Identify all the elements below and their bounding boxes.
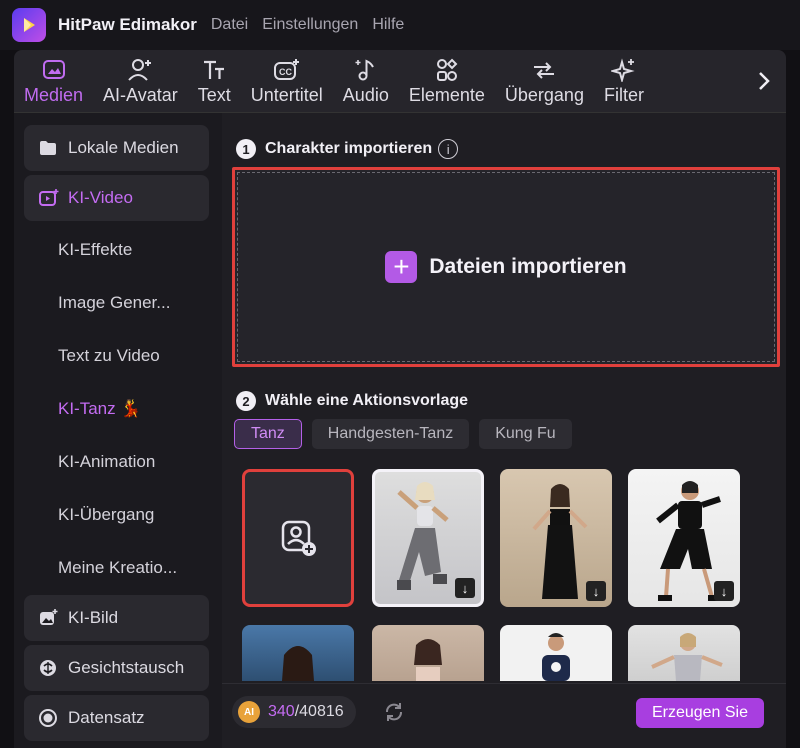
sidebar-sub-ki-tanz[interactable]: KI-Tanz 💃 [58, 399, 142, 419]
tab-tanz[interactable]: Tanz [234, 419, 302, 449]
info-icon[interactable]: i [438, 139, 459, 159]
step1-heading: 1 Charakter importieren i [236, 139, 459, 159]
sidebar: Lokale Medien KI-Video KI-Effekte Image … [14, 112, 222, 748]
import-files-button[interactable]: + Dateien importieren [385, 251, 627, 283]
download-icon[interactable]: ↓ [714, 581, 734, 601]
generate-button[interactable]: Erzeugen Sie [635, 698, 764, 728]
transition-icon [530, 57, 558, 83]
svg-text:CC: CC [279, 67, 292, 77]
template-dance-3[interactable]: ↓ [628, 469, 740, 607]
template-dance-2[interactable]: ↓ [500, 469, 612, 607]
ai-image-icon [38, 608, 60, 628]
sidebar-sub-text-zu-video[interactable]: Text zu Video [58, 346, 160, 366]
sidebar-sub-ki-uebergang[interactable]: KI-Übergang [58, 505, 154, 525]
sidebar-item-gesichtstausch[interactable]: Gesichtstausch [24, 645, 209, 691]
step1-title: Charakter importieren [265, 140, 433, 157]
credits-total: /40816 [294, 703, 344, 720]
download-icon[interactable]: ↓ [586, 581, 606, 601]
media-icon [42, 57, 66, 83]
plus-icon: + [385, 251, 418, 283]
dancer-image [651, 633, 723, 681]
app-logo-icon [12, 8, 46, 42]
step2-number: 2 [236, 391, 256, 411]
menu-hilfe[interactable]: Hilfe [372, 16, 404, 34]
template-dance-6[interactable] [500, 625, 612, 681]
tool-medien[interactable]: Medien [14, 50, 93, 112]
text-icon [201, 57, 227, 83]
add-user-icon [281, 520, 316, 556]
footer-bar: AI 340 /40816 Erzeugen Sie [222, 683, 786, 748]
dancer-image [542, 633, 570, 681]
main-toolbar: Medien AI-Avatar Text CC Untertitel Audi… [14, 50, 786, 112]
tool-audio[interactable]: Audio [333, 50, 399, 112]
tool-text[interactable]: Text [188, 50, 241, 112]
download-icon[interactable]: ↓ [455, 578, 475, 598]
title-bar: HitPaw Edimakor Datei Einstellungen Hilf… [0, 0, 800, 50]
sidebar-item-ki-video[interactable]: KI-Video [24, 175, 209, 221]
credits-used: 340 [268, 703, 295, 720]
template-dance-7[interactable] [628, 625, 740, 681]
sidebar-item-lokale-medien[interactable]: Lokale Medien [24, 125, 209, 171]
dancer-image [282, 646, 314, 681]
filter-icon [610, 57, 637, 83]
coin-icon: AI [238, 701, 260, 723]
dataset-icon [38, 708, 60, 728]
menu-datei[interactable]: Datei [211, 16, 248, 34]
tool-ai-avatar[interactable]: AI-Avatar [93, 50, 188, 112]
import-files-label: Dateien importieren [429, 255, 627, 278]
template-dance-4[interactable] [242, 625, 354, 681]
tool-uebergang[interactable]: Übergang [495, 50, 594, 112]
app-title: HitPaw Edimakor [58, 15, 197, 34]
elements-icon [434, 57, 460, 83]
dancer-image [414, 639, 442, 681]
sidebar-sub-ki-animation[interactable]: KI-Animation [58, 452, 155, 472]
add-custom-template-button[interactable] [242, 469, 354, 607]
template-tabs: Tanz Handgesten-Tanz Kung Fu [234, 419, 572, 449]
tab-kung-fu[interactable]: Kung Fu [479, 419, 572, 449]
refresh-icon[interactable] [382, 700, 406, 729]
step2-heading: 2 Wähle eine Aktionsvorlage [236, 391, 468, 411]
audio-icon [354, 57, 378, 83]
avatar-icon [127, 57, 153, 83]
tool-filter[interactable]: Filter [594, 50, 654, 112]
credits-badge: AI 340 /40816 [232, 696, 356, 728]
chevron-right-icon [759, 72, 770, 90]
subtitle-icon: CC [273, 57, 301, 83]
template-dance-1[interactable]: ↓ [372, 469, 484, 607]
sidebar-item-datensatz[interactable]: Datensatz [24, 695, 209, 741]
sidebar-sub-meine-kreationen[interactable]: Meine Kreatio... [58, 558, 177, 578]
tool-untertitel[interactable]: CC Untertitel [241, 50, 333, 112]
menu-einstellungen[interactable]: Einstellungen [262, 16, 358, 34]
sidebar-sub-ki-effekte[interactable]: KI-Effekte [58, 240, 132, 260]
step1-number: 1 [236, 139, 256, 159]
step2-title: Wähle eine Aktionsvorlage [265, 392, 469, 409]
sidebar-item-ki-bild[interactable]: KI-Bild [24, 595, 209, 641]
main-panel: 1 Charakter importieren i + Dateien impo… [222, 112, 786, 748]
folder-icon [38, 139, 60, 157]
toolbar-next-button[interactable] [742, 50, 786, 112]
ai-video-icon [38, 188, 60, 208]
tab-handgesten-tanz[interactable]: Handgesten-Tanz [311, 419, 470, 449]
face-swap-icon [38, 658, 60, 678]
sidebar-sub-image-generator[interactable]: Image Gener... [58, 293, 170, 313]
tool-elemente[interactable]: Elemente [399, 50, 495, 112]
template-dance-5[interactable] [372, 625, 484, 681]
import-dropzone[interactable]: + Dateien importieren [232, 167, 780, 367]
